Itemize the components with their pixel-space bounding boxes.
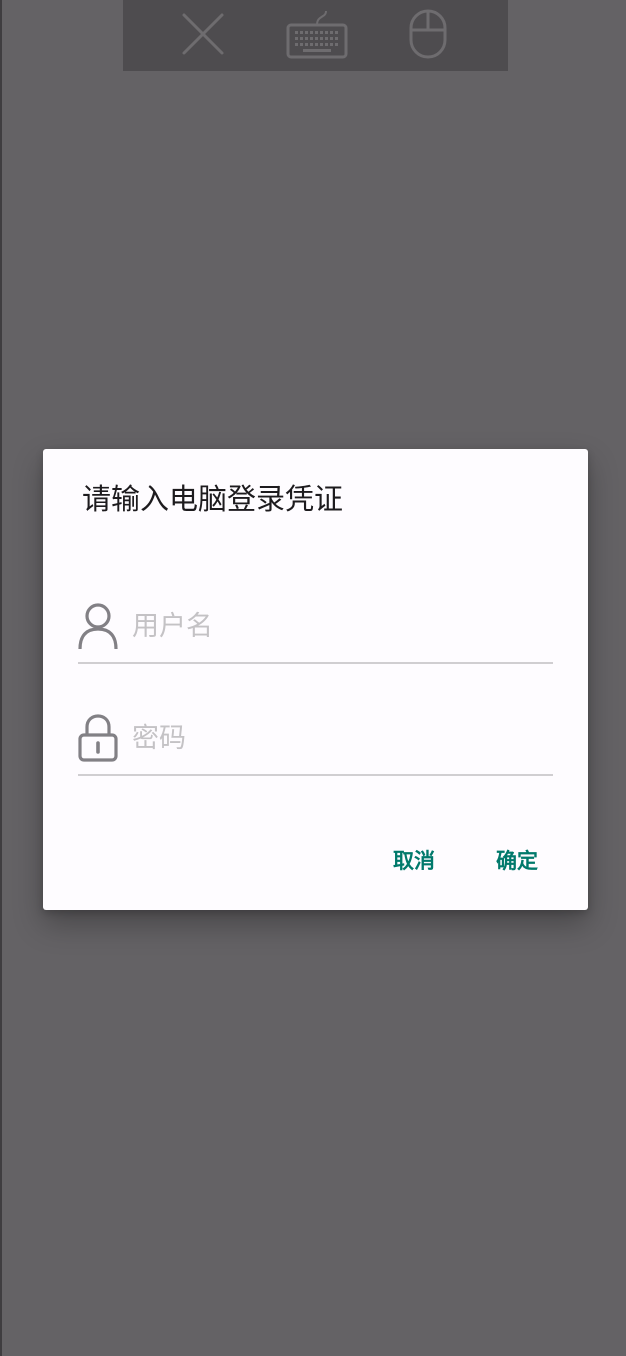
lock-icon [78, 714, 118, 762]
user-icon [78, 602, 118, 650]
username-input[interactable] [132, 606, 542, 646]
keyboard-button[interactable] [285, 6, 349, 62]
password-field [78, 706, 553, 776]
password-input[interactable] [132, 718, 542, 758]
mouse-button[interactable] [396, 6, 460, 62]
close-button[interactable] [171, 6, 235, 62]
keyboard-icon [286, 10, 348, 59]
screen-left-edge [0, 0, 2, 1356]
remote-control-toolbar [123, 0, 508, 71]
close-icon [182, 13, 224, 55]
dialog-title: 请输入电脑登录凭证 [82, 482, 344, 516]
login-credentials-dialog: 请输入电脑登录凭证 取消 确定 [43, 449, 588, 910]
confirm-button[interactable]: 确定 [496, 841, 538, 881]
username-field [78, 594, 553, 664]
cancel-button[interactable]: 取消 [393, 841, 435, 881]
mouse-icon [409, 9, 447, 59]
